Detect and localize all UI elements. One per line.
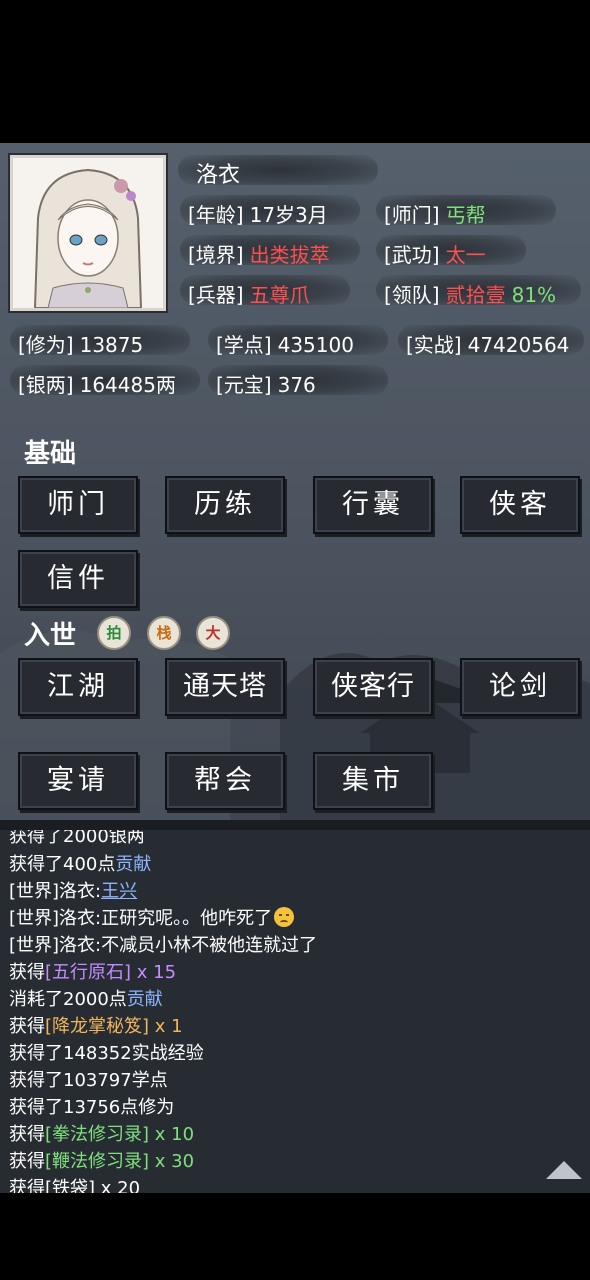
silver-value: 164485两 (79, 373, 176, 397)
combat-label: [实战] (406, 333, 462, 357)
log-divider (0, 820, 590, 830)
weapon-label: [兵器] (188, 283, 244, 307)
sect-value: 丐帮 (445, 203, 486, 227)
character-avatar-icon (13, 158, 163, 308)
study-row: [学点] 435100 (216, 329, 354, 358)
sect-button[interactable]: 师门 (18, 476, 138, 534)
log-line: 获得了13756点修为 (9, 1097, 175, 1118)
sad-face-icon (274, 907, 295, 927)
sect-label: [师门] (384, 203, 440, 227)
team-percent: 81% (511, 283, 557, 307)
silver-label: [银两] (18, 373, 74, 397)
item-link[interactable]: [拳法修习录] (45, 1124, 149, 1145)
scroll-up-icon[interactable] (546, 1161, 582, 1179)
item-link[interactable]: [五行原石] (45, 962, 131, 983)
log-line: [世界]洛衣:不减员小林不被他连就过了 (9, 935, 318, 956)
study-label: [学点] (216, 333, 272, 357)
weapon-value: 五尊爪 (249, 283, 310, 307)
age-row: [年龄] 17岁3月 (188, 199, 328, 228)
combat-value: 47420564 (467, 333, 570, 357)
realm-value: 出类拔萃 (249, 243, 330, 267)
log-line: 消耗了2000点贡献 (9, 989, 163, 1010)
cultivation-row: [修为] 13875 (18, 329, 143, 358)
ingot-row: [元宝] 376 (216, 369, 316, 398)
log-line: 获得[五行原石] x 15 (9, 962, 177, 983)
xiakexing-button[interactable]: 侠客行 (313, 658, 433, 716)
study-value: 435100 (277, 333, 354, 357)
log-line: [世界]洛衣:王兴 (9, 881, 138, 902)
message-log[interactable]: 获得了2000银两 获得了400点贡献 [世界]洛衣:王兴 [世界]洛衣:正研究… (0, 830, 590, 1193)
team-label: [领队] (384, 283, 440, 307)
weapon-row[interactable]: [兵器] 五尊爪 (188, 279, 310, 308)
item-link[interactable]: [降龙掌秘笈] (45, 1016, 149, 1037)
character-name: 洛衣 (196, 163, 241, 188)
skill-value: 太一 (445, 243, 486, 267)
player-link[interactable]: 王兴 (101, 881, 137, 902)
market-button[interactable]: 集市 (313, 752, 433, 810)
cultivation-value: 13875 (79, 333, 144, 357)
basic-section-title: 基础 (24, 439, 77, 469)
log-line: 获得了148352实战经验 (9, 1043, 204, 1064)
ingot-label: [元宝] (216, 373, 272, 397)
log-line: [世界]洛衣:正研究呢。。他咋死了 (9, 904, 295, 930)
log-line: 获得[鞭法修习录] x 30 (9, 1151, 195, 1172)
silver-row: [银两] 164485两 (18, 369, 176, 398)
world-section-title: 入世 (24, 621, 77, 651)
log-line: 获得了103797学点 (9, 1070, 168, 1091)
age-label: [年龄] (188, 203, 244, 227)
skill-label: [武功] (384, 243, 440, 267)
jianghu-button[interactable]: 江湖 (18, 658, 138, 716)
realm-label: [境界] (188, 243, 244, 267)
inn-badge-icon[interactable]: 栈 (147, 616, 181, 650)
combat-row: [实战] 47420564 (406, 329, 569, 358)
item-link[interactable]: [鞭法修习录] (45, 1151, 149, 1172)
bag-button[interactable]: 行囊 (313, 476, 433, 534)
log-line: 获得了2000银两 (9, 830, 145, 847)
duel-button[interactable]: 论剑 (460, 658, 580, 716)
cultivation-label: [修为] (18, 333, 74, 357)
training-button[interactable]: 历练 (165, 476, 285, 534)
team-value: 贰拾壹 (445, 283, 506, 307)
age-value: 17岁3月 (249, 203, 328, 227)
team-row[interactable]: [领队] 贰拾壹 81% (384, 279, 556, 308)
big-badge-icon[interactable]: 大 (196, 616, 230, 650)
log-line: 获得[降龙掌秘笈] x 1 (9, 1016, 183, 1037)
log-line: 获得[铁袋] x 20 (9, 1178, 141, 1193)
ingot-value: 376 (277, 373, 316, 397)
auction-badge-icon[interactable]: 拍 (97, 616, 131, 650)
guild-button[interactable]: 帮会 (165, 752, 285, 810)
game-screen: 洛衣 [年龄] 17岁3月 [师门] 丐帮 [境界] 出类拔萃 [武功] 太一 [兵器]… (0, 143, 590, 1193)
mail-button[interactable]: 信件 (18, 550, 138, 608)
banquet-button[interactable]: 宴请 (18, 752, 138, 810)
hero-button[interactable]: 侠客 (460, 476, 580, 534)
skill-row[interactable]: [武功] 太一 (384, 239, 486, 268)
character-portrait[interactable] (10, 155, 166, 311)
log-line: 获得了400点贡献 (9, 854, 152, 875)
sect-row[interactable]: [师门] 丐帮 (384, 199, 486, 228)
tower-button[interactable]: 通天塔 (165, 658, 285, 716)
realm-row: [境界] 出类拔萃 (188, 239, 330, 268)
log-line: 获得[拳法修习录] x 10 (9, 1124, 195, 1145)
